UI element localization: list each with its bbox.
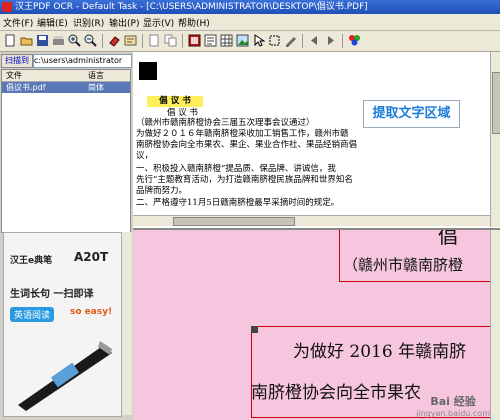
menu-file[interactable]: 文件(F) xyxy=(3,16,33,29)
scroll-thumb[interactable] xyxy=(173,217,295,226)
file-language: 简体 xyxy=(88,83,104,92)
zoom-in-icon[interactable] xyxy=(68,34,81,47)
scan-to-button[interactable]: 扫描到 xyxy=(1,54,33,68)
doc-title-highlight: 倡 议 书 xyxy=(147,96,203,107)
zoomed-region-view: 倡 （赣州市赣南脐橙 为做好 2016 年赣南脐 南脐橙协会向全市果农 Bai … xyxy=(133,228,500,420)
scan-icon[interactable] xyxy=(52,34,65,47)
ad-sub: 英语阅读 xyxy=(10,307,55,322)
zoom-out-icon[interactable] xyxy=(84,34,97,47)
ad-scrollbar[interactable] xyxy=(121,232,132,415)
doc-line: 品牌而努力。 xyxy=(136,186,188,196)
toolbar-separator xyxy=(342,34,343,48)
select-region-icon[interactable] xyxy=(268,34,281,47)
watermark-url: jingyan.baidu.com xyxy=(416,409,490,418)
column-language[interactable]: 语言 xyxy=(88,70,104,81)
menu-output[interactable]: 输出(P) xyxy=(109,16,139,29)
copy-icon[interactable] xyxy=(164,34,177,47)
scroll-thumb[interactable] xyxy=(492,72,500,134)
menu-view[interactable]: 显示(V) xyxy=(143,16,174,29)
document-view: 倡 议 书 倡 议 书 （赣州市赣南脐橙协会三届五次理事会议通过） 为做好２０１… xyxy=(133,52,500,420)
column-file[interactable]: 文件 xyxy=(6,70,22,81)
menu-help[interactable]: 帮助(H) xyxy=(178,16,210,29)
image-region-icon[interactable] xyxy=(236,34,249,47)
menu-bar: 文件(F) 编辑(E) 识别(R) 输出(P) 显示(V) 帮助(H) xyxy=(0,14,500,31)
scanner-pen-image xyxy=(18,341,112,411)
table-region-icon[interactable] xyxy=(220,34,233,47)
doc-line: （赣州市赣南脐橙协会三届五次理事会议通过） xyxy=(136,118,315,128)
save-icon[interactable] xyxy=(36,34,49,47)
arrow-left-icon[interactable] xyxy=(308,34,321,47)
file-list: 文件 语言 倡议书.pdf 简体 xyxy=(1,69,131,233)
toolbar-separator xyxy=(142,34,143,48)
zoom-scrollbar[interactable] xyxy=(490,230,500,420)
menu-edit[interactable]: 编辑(E) xyxy=(37,16,68,29)
file-name: 倡议书.pdf xyxy=(6,83,46,92)
region-handle[interactable] xyxy=(251,326,258,333)
ad-brand: 汉王e典笔 xyxy=(10,256,53,266)
app-icon xyxy=(2,2,12,12)
page-icon[interactable] xyxy=(148,34,161,47)
watermark-name: Bai 经验 xyxy=(430,395,476,408)
zoom-line: 为做好 2016 年赣南脐 xyxy=(293,342,467,362)
doc-line: 一、积极投入赣南脐橙“提品质、保品牌、讲诚信，我 xyxy=(136,164,336,174)
title-bar: 汉王PDF OCR - Default Task - [C:\USERS\ADM… xyxy=(0,0,500,14)
horizontal-scrollbar[interactable] xyxy=(133,215,490,226)
doc-line: 议， xyxy=(136,151,154,161)
pen-icon[interactable] xyxy=(284,34,297,47)
ad-tagline: 生词长句 一扫即译 xyxy=(10,289,94,300)
watermark: Bai 经验 jingyan.baidu.com xyxy=(416,393,490,418)
doc-line: 二、严格遵守11月5日赣南脐橙最早采摘时间的规定。 xyxy=(136,198,340,208)
doc-line: 南脐橙协会向全市果农、果企、果业合作社、果品经销商倡 xyxy=(136,140,358,150)
file-list-header: 文件 语言 xyxy=(2,70,130,82)
file-row[interactable]: 倡议书.pdf 简体 xyxy=(2,82,130,93)
text-region-icon[interactable] xyxy=(204,34,217,47)
zoom-line: （赣州市赣南脐橙 xyxy=(343,256,464,274)
path-input[interactable]: c:\users\administrator xyxy=(33,54,132,68)
doc-line: 为做好２０１６年赣南脐橙采收加工销售工作，赣州市赣 xyxy=(136,129,349,139)
extract-text-region-label: 提取文字区域 xyxy=(363,100,460,128)
ad-slogan: so easy! xyxy=(70,307,113,317)
ad-model: A20T xyxy=(74,250,109,264)
toolbar xyxy=(0,31,500,52)
doc-line: 倡 议 书 xyxy=(167,108,198,118)
toolbar-separator xyxy=(102,34,103,48)
toolbar-separator xyxy=(182,34,183,48)
pointer-icon[interactable] xyxy=(252,34,265,47)
open-folder-icon[interactable] xyxy=(20,34,33,47)
doc-line: 先行”主题教育活动，为打造赣南脐橙民族品牌和世界知名 xyxy=(136,175,353,185)
eraser-icon[interactable] xyxy=(108,34,121,47)
vertical-scrollbar[interactable] xyxy=(490,52,500,227)
image-block xyxy=(139,62,157,80)
window-title: 汉王PDF OCR - Default Task - [C:\USERS\ADM… xyxy=(15,2,368,12)
menu-recognize[interactable]: 识别(R) xyxy=(73,16,104,29)
new-file-icon[interactable] xyxy=(4,34,17,47)
recognize-icon[interactable] xyxy=(124,34,137,47)
color-wheel-icon[interactable] xyxy=(348,34,361,47)
arrow-right-icon[interactable] xyxy=(324,34,337,47)
toolbar-separator xyxy=(302,34,303,48)
ad-banner[interactable]: 汉王e典笔 A20T 生词长句 一扫即译 英语阅读 so easy! xyxy=(3,232,122,417)
left-panel: 扫描到 c:\users\administrator 文件 语言 倡议书.pdf… xyxy=(0,52,132,418)
zoom-line: 南脐橙协会向全市果农 xyxy=(251,383,421,403)
zoom-corner-char: 倡 xyxy=(438,228,458,248)
layout-icon[interactable] xyxy=(188,34,201,47)
